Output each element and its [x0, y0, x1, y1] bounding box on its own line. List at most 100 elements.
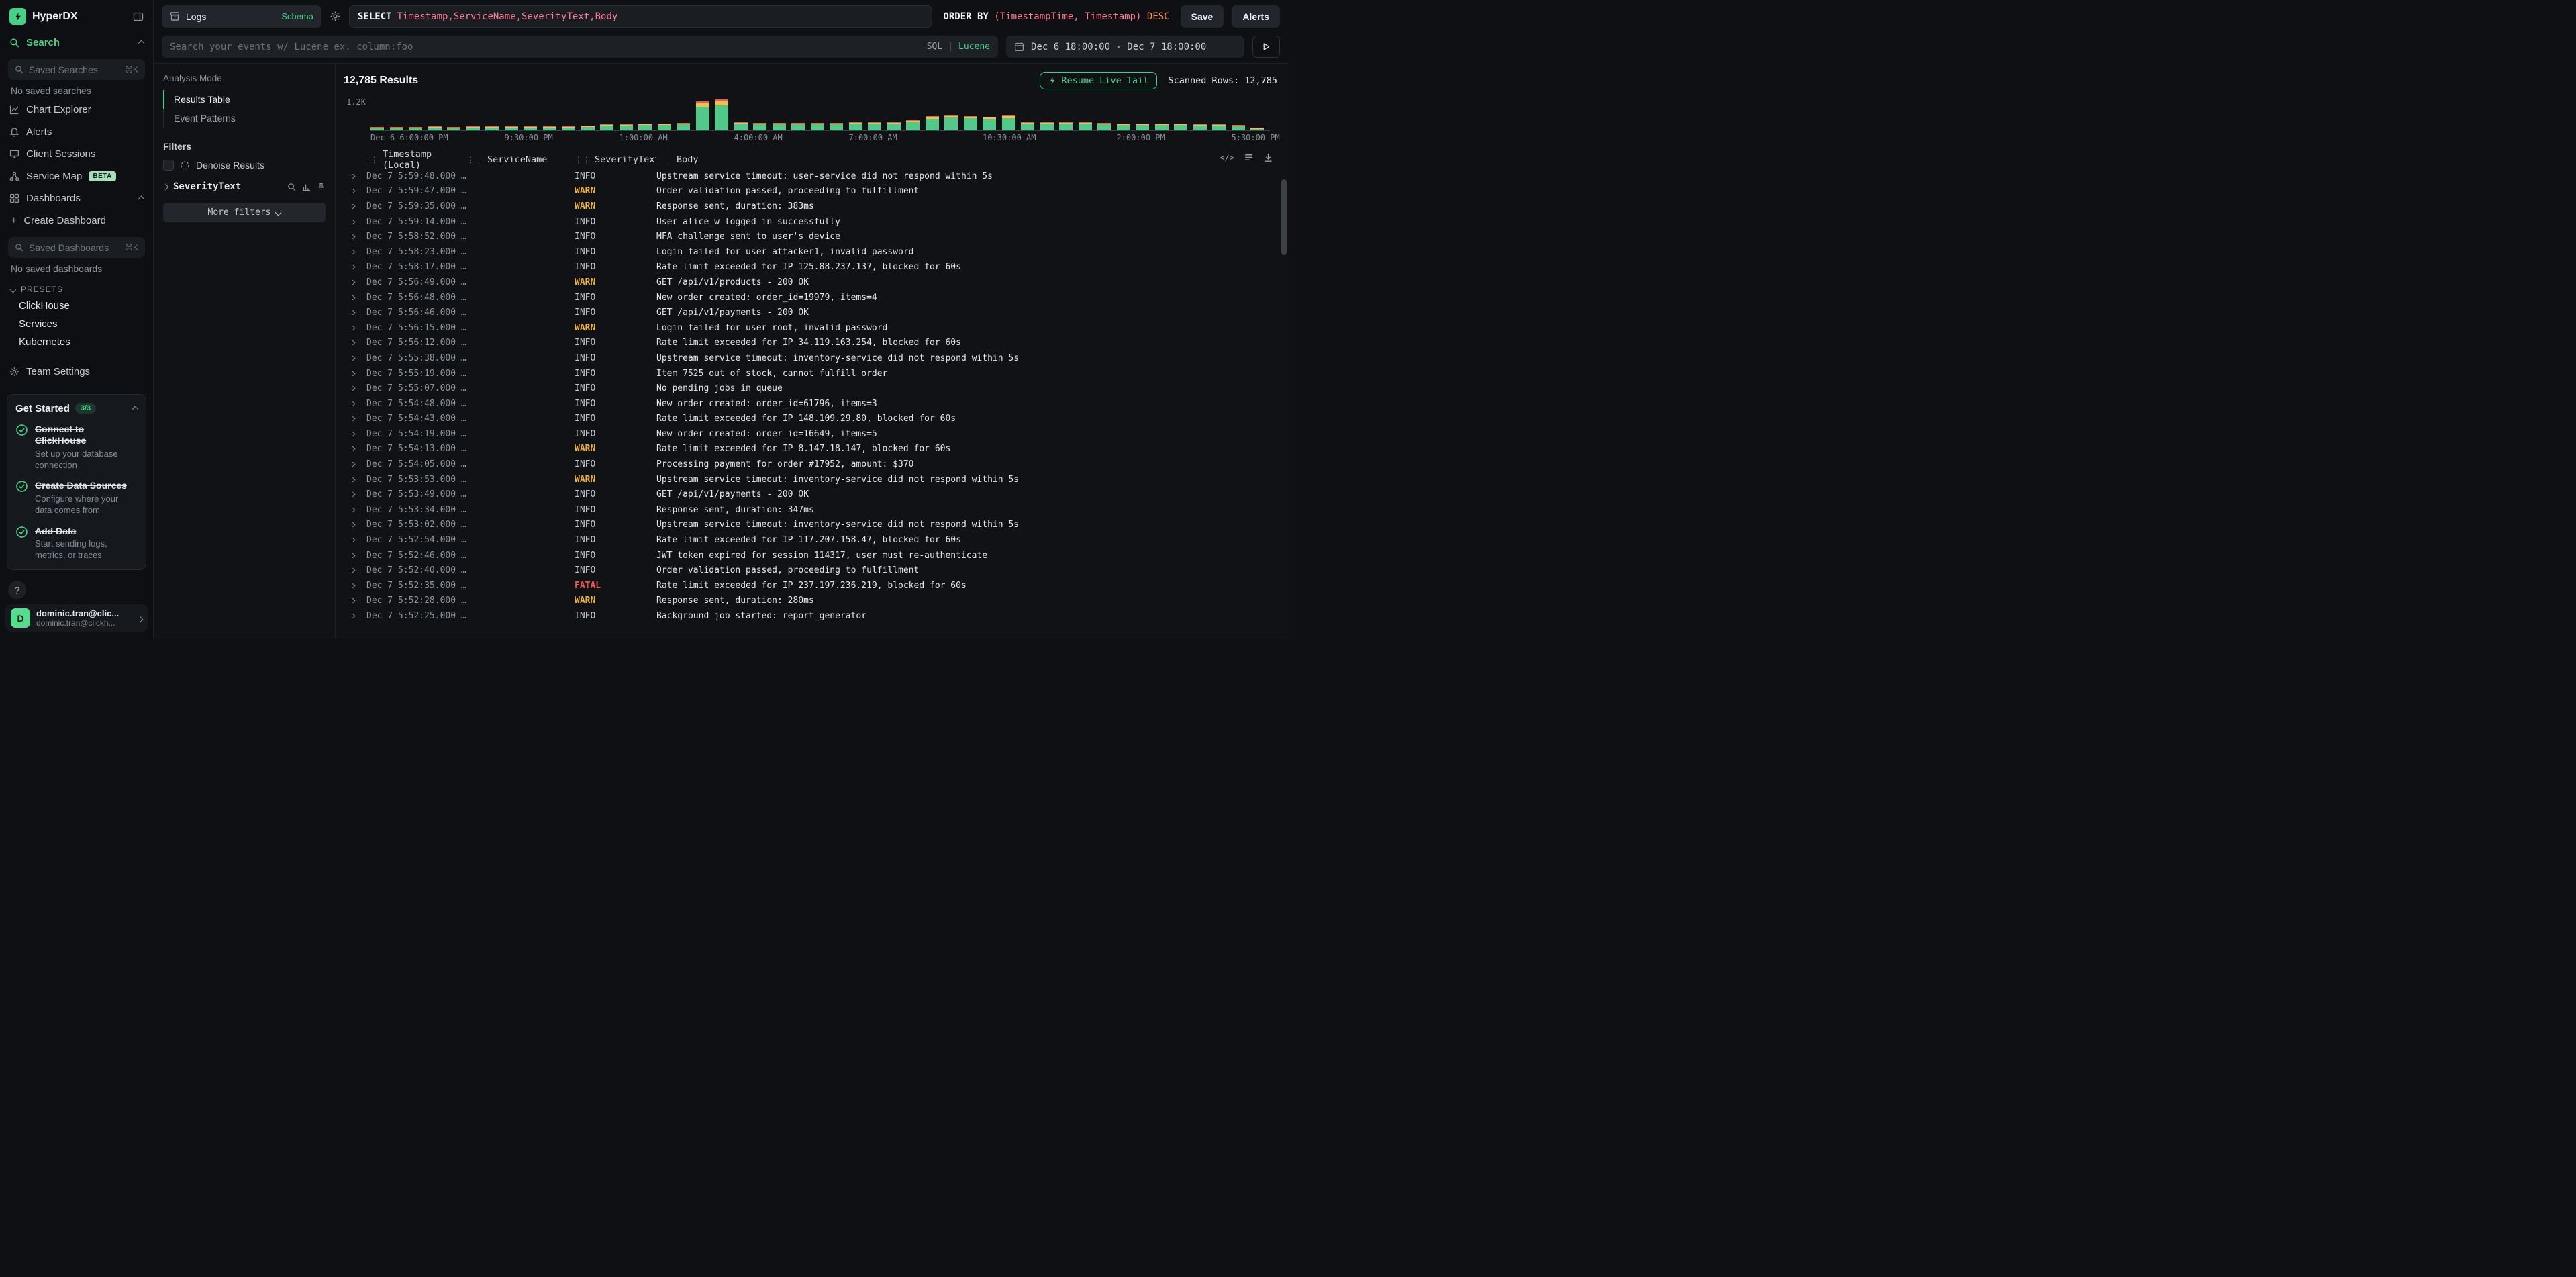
- histogram-bar[interactable]: [1117, 124, 1130, 130]
- log-row[interactable]: Dec 7 5:52:35.000 PMFATALRate limit exce…: [344, 578, 1277, 594]
- log-row[interactable]: Dec 7 5:52:46.000 PMINFOJWT token expire…: [344, 548, 1277, 563]
- table-settings-icon[interactable]: [1244, 152, 1254, 162]
- query-settings-gear-icon[interactable]: [330, 11, 341, 22]
- histogram-bar[interactable]: [485, 126, 499, 130]
- log-row[interactable]: Dec 7 5:56:15.000 PMWARNLogin failed for…: [344, 320, 1277, 336]
- log-row[interactable]: Dec 7 5:56:48.000 PMINFONew order create…: [344, 290, 1277, 305]
- histogram-bar[interactable]: [944, 115, 958, 130]
- histogram-bar[interactable]: [1193, 124, 1207, 130]
- preset-item-clickhouse[interactable]: ClickHouse: [0, 297, 153, 315]
- expand-row-chevron-icon[interactable]: [344, 326, 360, 330]
- filter-chart-icon[interactable]: [302, 183, 311, 191]
- sidebar-item-alerts[interactable]: Alerts: [0, 121, 153, 143]
- histogram-bar[interactable]: [428, 126, 442, 130]
- histogram-bar[interactable]: [581, 126, 595, 130]
- expand-row-chevron-icon[interactable]: [344, 492, 360, 497]
- language-lucene-option[interactable]: Lucene: [958, 42, 990, 52]
- histogram-bar[interactable]: [620, 124, 633, 130]
- log-row[interactable]: Dec 7 5:52:40.000 PMINFOOrder validation…: [344, 563, 1277, 578]
- expand-row-chevron-icon[interactable]: [344, 250, 360, 254]
- column-header-servicename[interactable]: ServiceName: [487, 154, 547, 165]
- sidebar-item-service-map[interactable]: Service Map BETA: [0, 165, 153, 187]
- histogram-bar[interactable]: [390, 127, 403, 130]
- histogram-bar[interactable]: [811, 123, 824, 130]
- log-row[interactable]: Dec 7 5:53:34.000 PMINFOResponse sent, d…: [344, 502, 1277, 518]
- expand-row-chevron-icon[interactable]: [344, 416, 360, 421]
- log-row[interactable]: Dec 7 5:54:48.000 PMINFONew order create…: [344, 396, 1277, 412]
- expand-row-chevron-icon[interactable]: [344, 614, 360, 618]
- expand-row-chevron-icon[interactable]: [344, 553, 360, 558]
- histogram-bar[interactable]: [791, 123, 805, 130]
- save-button[interactable]: Save: [1181, 5, 1224, 28]
- histogram-bar[interactable]: [906, 120, 920, 130]
- column-drag-handle-icon[interactable]: ⋮⋮: [656, 156, 673, 164]
- histogram-bar[interactable]: [1232, 125, 1245, 130]
- histogram-bar[interactable]: [638, 124, 652, 130]
- expand-row-chevron-icon[interactable]: [344, 280, 360, 285]
- alerts-button[interactable]: Alerts: [1232, 5, 1280, 28]
- get-started-header[interactable]: Get Started 3/3: [15, 403, 138, 414]
- expand-row-chevron-icon[interactable]: [344, 295, 360, 300]
- histogram-bar[interactable]: [1174, 124, 1187, 130]
- histogram-bar[interactable]: [1059, 122, 1073, 130]
- log-row[interactable]: Dec 7 5:54:05.000 PMINFOProcessing payme…: [344, 457, 1277, 472]
- histogram-bar[interactable]: [868, 122, 881, 130]
- expand-row-chevron-icon[interactable]: [344, 265, 360, 269]
- expand-row-chevron-icon[interactable]: [344, 446, 360, 451]
- mode-results-table[interactable]: Results Table: [163, 90, 326, 109]
- log-row[interactable]: Dec 7 5:52:28.000 PMWARNResponse sent, d…: [344, 594, 1277, 609]
- column-header-timestamp[interactable]: Timestamp (Local): [383, 149, 467, 171]
- expand-row-chevron-icon[interactable]: [344, 189, 360, 193]
- expand-row-chevron-icon[interactable]: [344, 340, 360, 345]
- histogram-bar[interactable]: [562, 126, 575, 130]
- histogram-bar[interactable]: [696, 101, 709, 130]
- log-row[interactable]: Dec 7 5:54:19.000 PMINFONew order create…: [344, 426, 1277, 442]
- more-filters-button[interactable]: More filters: [163, 203, 326, 222]
- histogram-bar[interactable]: [1155, 124, 1169, 130]
- expand-row-chevron-icon[interactable]: [344, 522, 360, 527]
- histogram-bar[interactable]: [753, 123, 766, 130]
- chevron-up-icon[interactable]: [139, 193, 144, 204]
- column-drag-handle-icon[interactable]: ⋮⋮: [362, 156, 379, 164]
- log-row[interactable]: Dec 7 5:53:53.000 PMWARNUpstream service…: [344, 472, 1277, 487]
- histogram-bar[interactable]: [677, 123, 690, 130]
- create-dashboard-button[interactable]: + Create Dashboard: [0, 209, 153, 232]
- log-row[interactable]: Dec 7 5:55:07.000 PMINFONo pending jobs …: [344, 381, 1277, 396]
- vertical-scrollbar-thumb[interactable]: [1281, 179, 1287, 255]
- order-by-clause[interactable]: ORDER BY (TimestampTime, Timestamp) DESC: [940, 11, 1172, 22]
- filter-search-icon[interactable]: [287, 183, 296, 191]
- log-row[interactable]: Dec 7 5:58:23.000 PMINFOLogin failed for…: [344, 244, 1277, 260]
- log-row[interactable]: Dec 7 5:58:52.000 PMINFOMFA challenge se…: [344, 229, 1277, 244]
- expand-row-chevron-icon[interactable]: [344, 356, 360, 361]
- histogram-bar[interactable]: [370, 127, 384, 130]
- column-drag-handle-icon[interactable]: ⋮⋮: [575, 156, 591, 164]
- log-row[interactable]: Dec 7 5:59:14.000 PMINFOUser alice_w log…: [344, 214, 1277, 230]
- histogram-bar[interactable]: [849, 122, 862, 130]
- expand-row-chevron-icon[interactable]: [344, 220, 360, 224]
- resume-live-tail-button[interactable]: Resume Live Tail: [1040, 72, 1157, 89]
- source-selector[interactable]: Logs Schema: [162, 5, 321, 28]
- histogram-bar[interactable]: [1250, 128, 1264, 131]
- histogram-bar[interactable]: [505, 126, 518, 130]
- help-button[interactable]: ?: [8, 581, 26, 599]
- column-header-body[interactable]: Body: [677, 154, 699, 165]
- histogram-bar[interactable]: [1021, 122, 1034, 130]
- histogram-bar[interactable]: [1040, 122, 1054, 130]
- run-query-button[interactable]: [1252, 36, 1280, 58]
- histogram-bar[interactable]: [887, 122, 901, 130]
- expand-row-chevron-icon[interactable]: [344, 598, 360, 603]
- histogram-bar[interactable]: [964, 116, 977, 130]
- log-row[interactable]: Dec 7 5:55:38.000 PMINFOUpstream service…: [344, 350, 1277, 366]
- expand-row-chevron-icon[interactable]: [344, 371, 360, 376]
- preset-item-kubernetes[interactable]: Kubernetes: [0, 333, 153, 351]
- schema-link[interactable]: Schema: [281, 11, 313, 21]
- log-row[interactable]: Dec 7 5:56:46.000 PMINFOGET /api/v1/paym…: [344, 305, 1277, 320]
- histogram-bar[interactable]: [409, 127, 422, 130]
- column-drag-handle-icon[interactable]: ⋮⋮: [467, 156, 483, 164]
- expand-row-chevron-icon[interactable]: [344, 401, 360, 406]
- log-row[interactable]: Dec 7 5:59:35.000 PMWARNResponse sent, d…: [344, 199, 1277, 214]
- histogram-bar[interactable]: [524, 126, 537, 130]
- expand-row-chevron-icon[interactable]: [344, 386, 360, 391]
- expand-row-chevron-icon[interactable]: [344, 432, 360, 436]
- histogram-bar[interactable]: [1079, 122, 1092, 130]
